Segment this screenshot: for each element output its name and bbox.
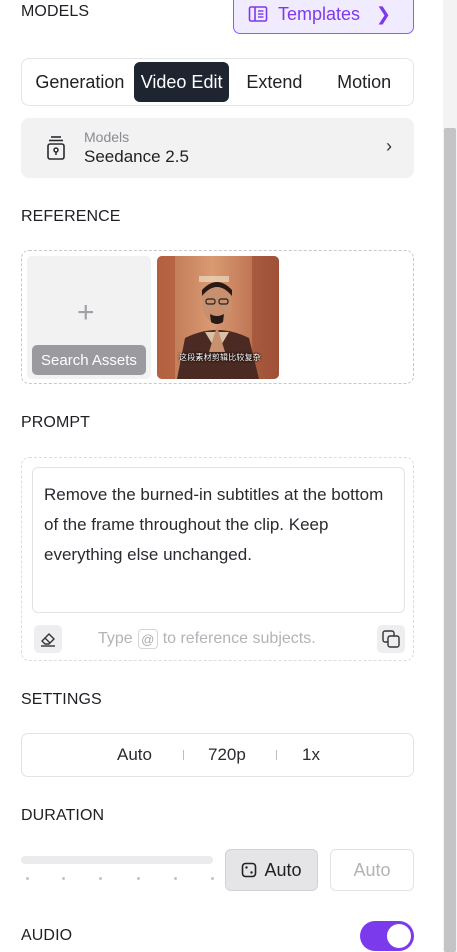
prompt-hint: Type @ to reference subjects. <box>98 629 316 649</box>
divider <box>183 750 184 760</box>
prompt-section-title: PROMPT <box>21 414 91 431</box>
hint-text-after: to reference subjects. <box>162 630 316 647</box>
thumbnail-subtitle: 这段素材剪辑比较复杂 <box>179 353 261 362</box>
speed-option[interactable]: 1x <box>302 745 320 765</box>
hint-text-before: Type <box>98 630 133 647</box>
model-selector[interactable]: Models Seedance 2.5 › <box>21 118 414 178</box>
scrollbar-thumb[interactable] <box>444 128 456 952</box>
plus-icon: + <box>77 296 95 329</box>
clear-prompt-button[interactable] <box>34 625 62 653</box>
model-name: Seedance 2.5 <box>84 147 189 166</box>
templates-label: Templates <box>278 3 361 24</box>
resolution-option[interactable]: 720p <box>208 745 246 765</box>
slider-tick <box>26 877 29 880</box>
prompt-textarea[interactable]: Remove the burned-in subtitles at the bo… <box>32 467 405 613</box>
at-mention-chip: @ <box>137 629 158 649</box>
settings-bar: Auto 720p 1x <box>21 733 414 777</box>
add-reference-tile[interactable]: + Search Assets <box>27 256 151 379</box>
prompt-container: Remove the burned-in subtitles at the bo… <box>21 457 414 661</box>
auto-duration-label: Auto <box>264 859 302 880</box>
auto-duration-button[interactable]: Auto <box>225 849 318 891</box>
chevron-right-icon: › <box>386 136 392 156</box>
chevron-right-icon: ❯ <box>375 3 391 24</box>
tab-generation[interactable]: Generation <box>26 62 134 102</box>
tab-video-edit[interactable]: Video Edit <box>133 62 230 102</box>
models-section-title: MODELS <box>21 3 90 20</box>
eraser-icon <box>41 633 55 647</box>
slider-tick <box>99 877 102 880</box>
slider-tick <box>211 877 214 880</box>
audio-section-title: AUDIO <box>21 927 73 944</box>
model-icon <box>47 136 65 160</box>
settings-section-title: SETTINGS <box>21 691 102 708</box>
aspect-ratio-option[interactable]: Auto <box>117 745 152 765</box>
copy-prompt-button[interactable] <box>377 625 405 653</box>
audio-toggle[interactable] <box>360 921 414 951</box>
reference-dropzone[interactable]: + Search Assets 这段素材剪辑比较复杂 <box>21 250 414 384</box>
divider <box>276 750 277 760</box>
search-assets-button[interactable]: Search Assets <box>32 345 146 375</box>
toggle-knob <box>387 924 411 948</box>
duration-input[interactable]: Auto <box>330 849 414 891</box>
duration-section-title: DURATION <box>21 807 105 824</box>
mode-tabs: Generation Video Edit Extend Motion <box>21 58 414 106</box>
reference-section-title: REFERENCE <box>21 208 121 225</box>
book-icon <box>248 6 268 22</box>
dice-icon <box>242 862 257 878</box>
duration-slider[interactable] <box>21 856 213 864</box>
copy-icon <box>382 630 400 648</box>
tab-motion[interactable]: Motion <box>319 62 409 102</box>
templates-button[interactable]: Templates ❯ <box>233 0 414 34</box>
tab-extend[interactable]: Extend <box>229 62 319 102</box>
slider-tick <box>174 877 177 880</box>
reference-thumbnail[interactable]: 这段素材剪辑比较复杂 <box>157 256 279 379</box>
slider-tick <box>62 877 65 880</box>
slider-tick <box>137 877 140 880</box>
model-label: Models <box>84 129 130 145</box>
